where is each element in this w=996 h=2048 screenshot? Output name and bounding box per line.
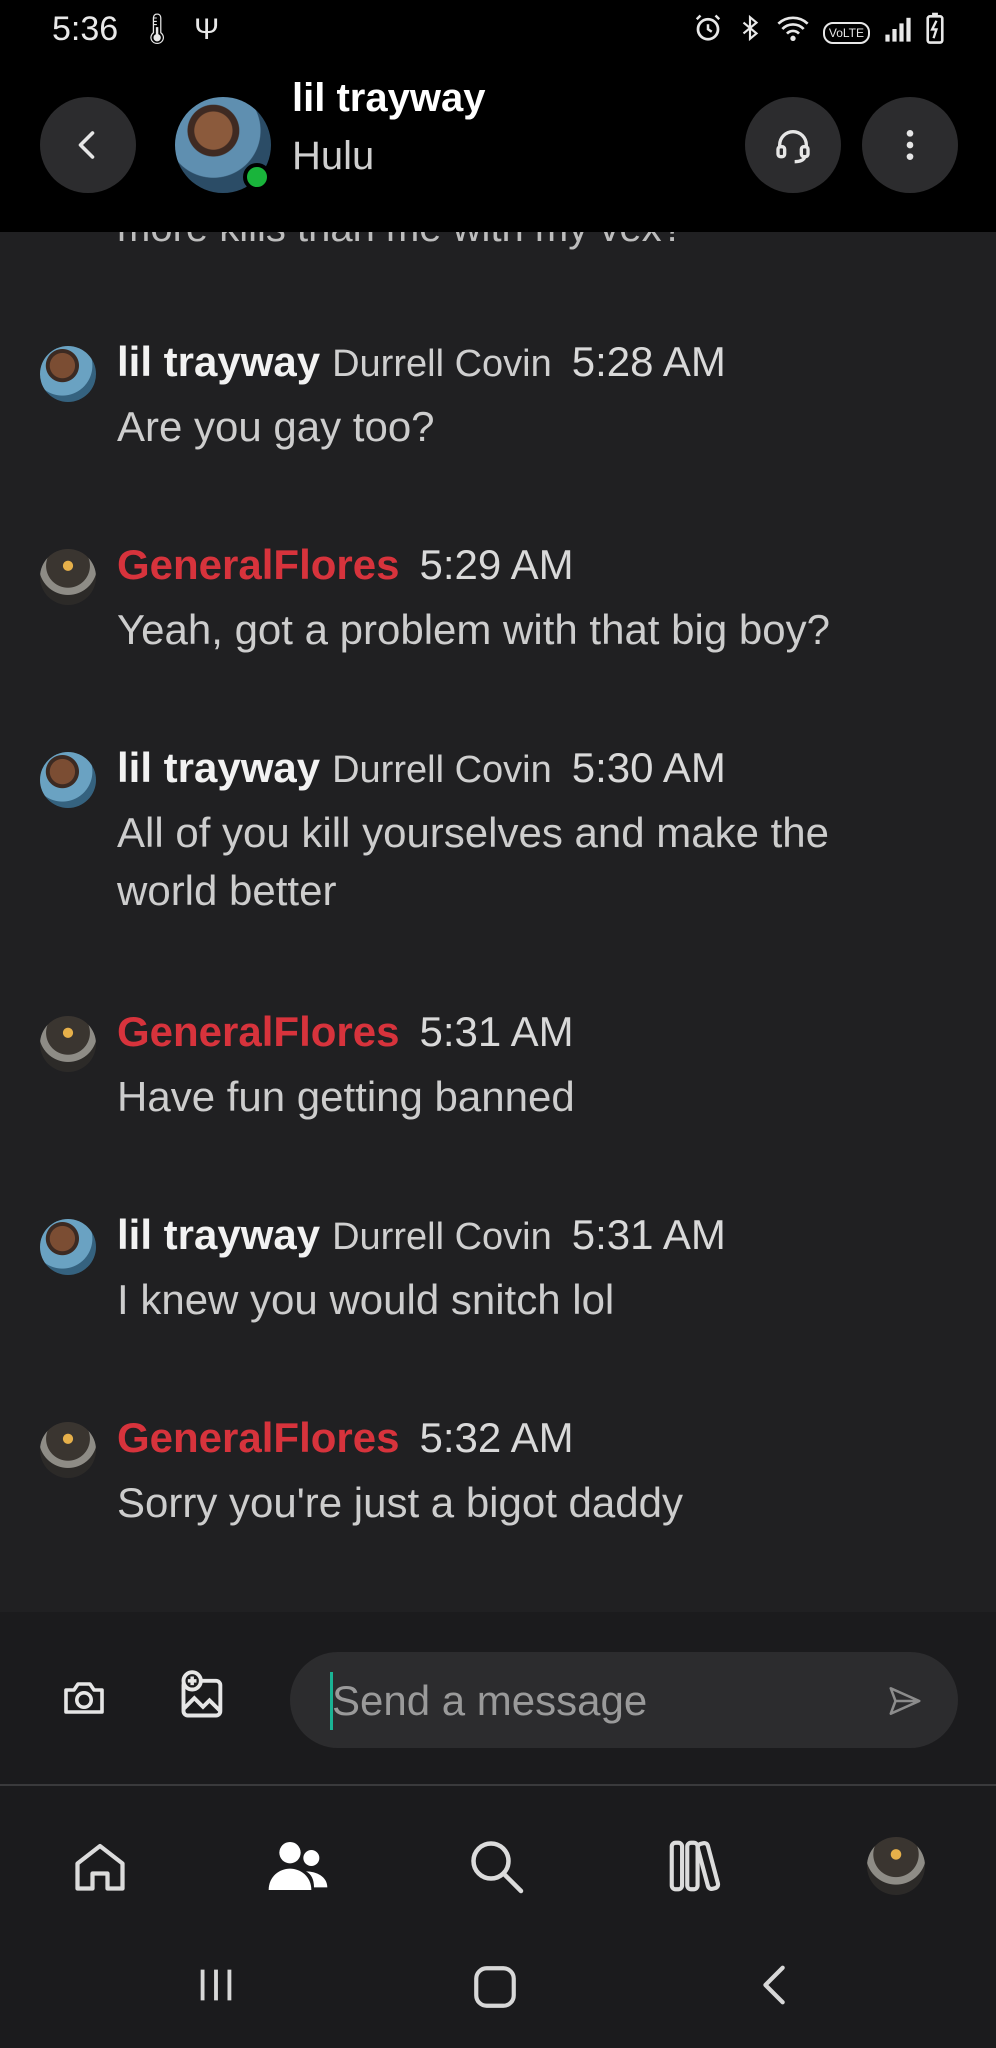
library-icon <box>669 1840 721 1892</box>
back-button[interactable] <box>40 97 136 193</box>
more-options-button[interactable] <box>862 97 958 193</box>
nav-library[interactable] <box>655 1826 735 1906</box>
status-bar: 5:36 🌡Ψ VoLTE <box>0 0 996 62</box>
sender-avatar[interactable] <box>40 549 96 605</box>
sender-avatar[interactable] <box>40 346 96 402</box>
thermometer-icon: 🌡 <box>138 13 195 46</box>
cut-off-message-text: more kills than me with my vex? <box>117 232 684 251</box>
profile-avatar <box>867 1837 925 1895</box>
nav-search[interactable] <box>456 1826 536 1906</box>
sender-name[interactable]: lil trayway <box>117 744 320 792</box>
message-text: Have fun getting banned <box>117 1073 575 1120</box>
home-button[interactable] <box>470 1962 520 2017</box>
fork-icon: Ψ <box>194 13 238 46</box>
status-left-icons: 🌡Ψ <box>138 12 237 47</box>
nav-home[interactable] <box>60 1826 140 1906</box>
message-time: 5:30 AM <box>571 744 726 791</box>
sender-name[interactable]: lil trayway <box>117 1211 320 1259</box>
signal-icon <box>884 13 912 52</box>
status-right-icons: VoLTE <box>693 12 944 53</box>
message-time: 5:29 AM <box>419 541 574 588</box>
wifi-icon <box>777 13 809 52</box>
sender-avatar[interactable] <box>40 1422 96 1478</box>
message-text: Are you gay too? <box>117 403 435 450</box>
system-navigation-bar <box>0 1926 996 2048</box>
message-text: All of you kill yourselves and make the … <box>117 809 830 914</box>
send-button[interactable] <box>886 1682 924 1725</box>
message-time: 5:31 AM <box>419 1008 574 1055</box>
chevron-left-icon <box>78 131 95 159</box>
bottom-navigation <box>0 1786 996 1926</box>
message-time: 5:32 AM <box>419 1414 574 1461</box>
add-image-button[interactable] <box>177 1670 229 1727</box>
message-text: Sorry you're just a bigot daddy <box>117 1479 683 1526</box>
search-icon <box>471 1841 524 1894</box>
contact-name[interactable]: lil trayway <box>292 76 485 121</box>
sender-name[interactable]: lil trayway <box>117 338 320 386</box>
kebab-menu-icon <box>906 130 914 160</box>
message-text: I knew you would snitch lol <box>117 1276 615 1323</box>
bluetooth-icon <box>737 13 763 52</box>
status-time: 5:36 <box>52 10 119 48</box>
camera-button[interactable] <box>60 1674 108 1727</box>
message-input-container[interactable] <box>290 1652 958 1750</box>
contact-activity: Hulu <box>292 134 375 178</box>
nav-profile[interactable] <box>856 1826 936 1906</box>
people-icon <box>268 1842 328 1890</box>
sender-avatar[interactable] <box>40 1219 96 1275</box>
system-back-button[interactable] <box>752 1962 798 2013</box>
message-input[interactable] <box>330 1652 874 1750</box>
sender-real-name: Durrell Covin <box>332 749 552 791</box>
message-time: 5:31 AM <box>571 1211 726 1258</box>
sender-avatar[interactable] <box>40 752 96 808</box>
sender-name[interactable]: GeneralFlores <box>117 1008 399 1056</box>
message-time: 5:28 AM <box>571 338 726 385</box>
message-composer <box>0 1612 996 1786</box>
send-icon <box>889 1687 921 1715</box>
sender-avatar[interactable] <box>40 1016 96 1072</box>
sender-name[interactable]: GeneralFlores <box>117 541 399 589</box>
add-image-icon <box>181 1670 223 1718</box>
chevron-left-icon <box>763 1965 785 2005</box>
sender-real-name: Durrell Covin <box>332 343 552 385</box>
alarm-icon <box>693 13 723 52</box>
home-square-icon <box>474 1966 516 2008</box>
recent-apps-button[interactable] <box>193 1962 239 2013</box>
message-list[interactable]: more kills than me with my vex? lil tray… <box>0 232 996 1612</box>
headset-icon <box>776 130 810 164</box>
online-status-dot <box>243 163 271 191</box>
recent-apps-icon <box>200 1969 232 2001</box>
battery-charging-icon <box>926 12 944 53</box>
chat-header: lil trayway Hulu <box>0 62 996 232</box>
sender-real-name: Durrell Covin <box>332 1216 552 1258</box>
nav-social[interactable] <box>258 1826 338 1906</box>
home-icon <box>75 1843 125 1891</box>
message-text: Yeah, got a problem with that big boy? <box>117 606 830 653</box>
volte-icon: VoLTE <box>822 21 870 44</box>
party-chat-button[interactable] <box>745 97 841 193</box>
sender-name[interactable]: GeneralFlores <box>117 1414 399 1462</box>
camera-icon <box>64 1682 104 1714</box>
